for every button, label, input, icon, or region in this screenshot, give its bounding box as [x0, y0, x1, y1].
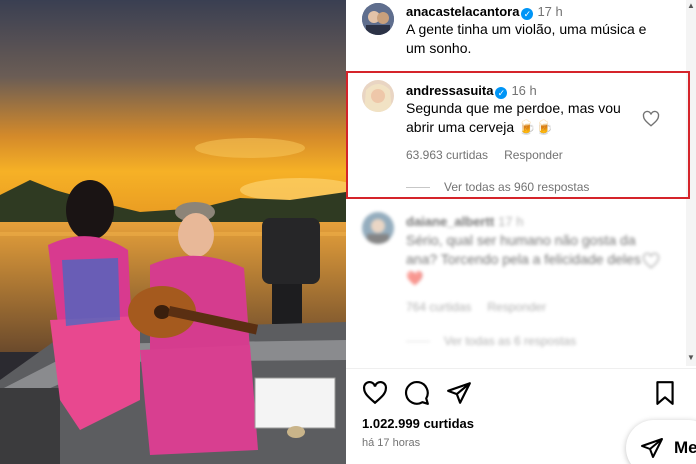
comment-text: Sério, qual ser humano não gosta da ana?… — [406, 232, 641, 286]
highlight-box — [346, 71, 690, 199]
post-actions — [362, 380, 682, 408]
scroll-down-icon[interactable]: ▼ — [687, 354, 695, 362]
sunset-boat-image — [0, 0, 346, 464]
comment-time: 17 h — [537, 4, 563, 19]
heart-icon[interactable] — [642, 252, 660, 270]
comment-time: 17 h — [498, 214, 524, 229]
post-time: há 17 horas — [362, 437, 421, 449]
comment-item: daiane_albertt 17 h Sério, qual ser human… — [346, 210, 682, 360]
share-pill-label: Me — [674, 438, 696, 457]
verified-icon: ✓ — [521, 8, 534, 20]
send-icon — [641, 438, 663, 458]
comment-text: A gente tinha um violão, uma música e um… — [406, 21, 647, 56]
comment-username[interactable]: daiane_albertt — [406, 214, 494, 229]
post-photo — [0, 0, 346, 464]
heart-icon[interactable] — [362, 380, 388, 406]
avatar[interactable] — [362, 3, 394, 35]
divider — [346, 368, 696, 369]
bookmark-icon[interactable] — [652, 380, 678, 406]
comment-item: anacastelacantora ✓ 17 h A gente tinha um … — [346, 0, 682, 66]
reply-button[interactable]: Responder — [487, 300, 546, 314]
send-icon[interactable] — [446, 380, 472, 406]
scroll-up-icon[interactable]: ▲ — [687, 2, 695, 10]
comment-icon[interactable] — [404, 380, 430, 406]
share-pill-button[interactable]: Me — [626, 420, 696, 464]
comment-likes[interactable]: 764 curtidas — [406, 300, 471, 314]
comment-meta: 764 curtidas Responder — [406, 300, 562, 314]
comment-username[interactable]: anacastelacantora — [406, 4, 519, 19]
avatar[interactable] — [362, 212, 394, 244]
post-likes[interactable]: 1.022.999 curtidas — [362, 416, 474, 431]
view-replies-link[interactable]: Ver todas as 6 respostas — [406, 334, 576, 348]
